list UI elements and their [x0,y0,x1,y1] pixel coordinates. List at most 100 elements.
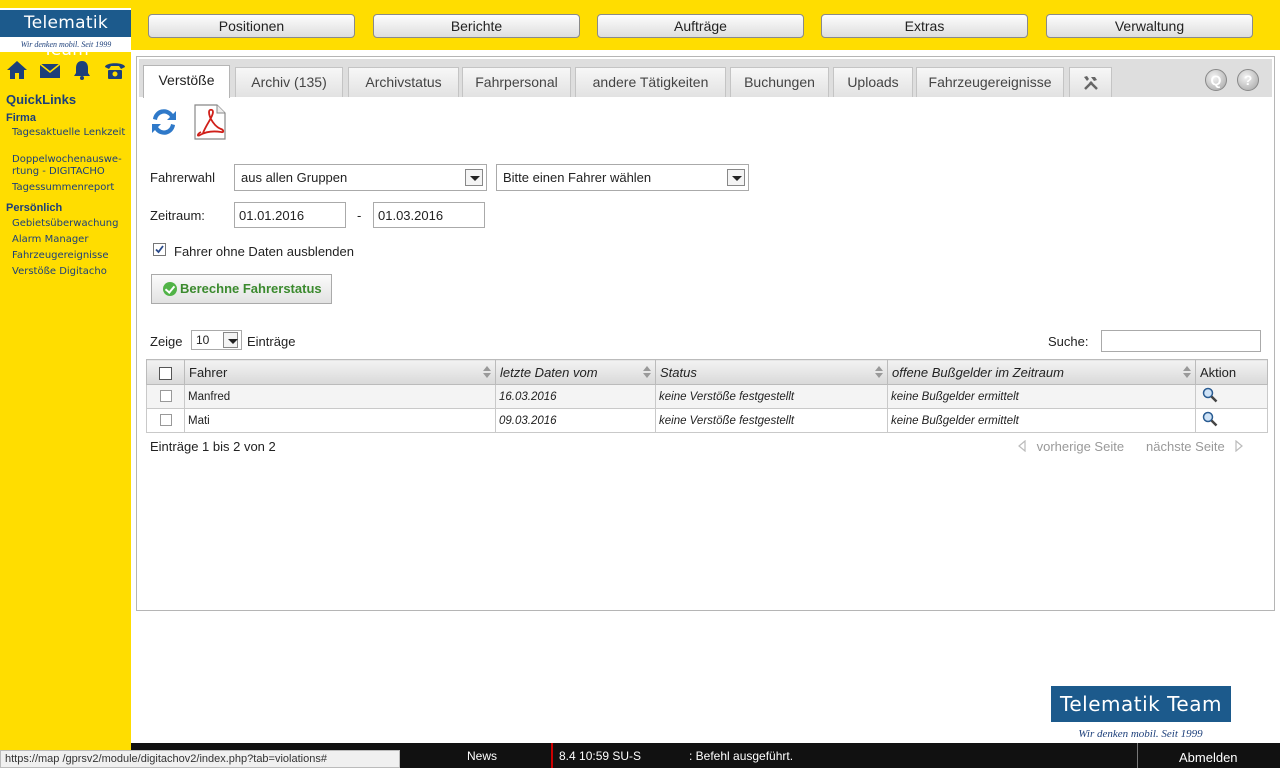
select-all-header[interactable] [146,359,185,385]
show-label: Zeige [150,334,183,349]
checkmark-icon [155,245,164,254]
next-page-link[interactable]: nächste Seite [1146,439,1244,454]
brand-logo[interactable]: Telematik Team Wir denken mobil. Seit 19… [0,8,132,60]
brand-name: Telematik Team [0,10,132,60]
quicklink-gebietsueberwachung[interactable]: Gebietsüberwachung [12,218,130,230]
date-from-input[interactable] [234,202,346,228]
status-message: : Befehl ausgeführt. [689,749,794,763]
status-divider [551,743,553,768]
column-header-status[interactable]: Status [655,359,888,385]
calculate-button-label: Berechne Fahrerstatus [180,281,322,296]
tab-verstoesse[interactable]: Verstöße [143,65,230,98]
cell-bussgelder: keine Bußgelder ermittelt [887,408,1196,433]
column-header-bussgelder[interactable]: offene Bußgelder im Zeitraum [887,359,1196,385]
column-header-fahrer[interactable]: Fahrer [184,359,496,385]
date-to-input[interactable] [373,202,485,228]
tab-tools[interactable] [1069,67,1112,97]
cell-bussgelder: keine Bußgelder ermittelt [887,384,1196,409]
help-icon[interactable]: ? [1237,69,1259,91]
nav-berichte-button[interactable]: Berichte [373,14,580,38]
row-select-cell[interactable] [146,408,185,433]
search-label: Suche: [1048,334,1089,349]
tab-uploads[interactable]: Uploads [833,67,913,97]
pdf-export-icon[interactable] [191,103,229,144]
status-time: 8.4 10:59 SU-S [559,749,642,763]
tab-archiv[interactable]: Archiv (135) [235,67,343,97]
chevron-down-icon [727,169,745,186]
quicklinks-title: QuickLinks [6,92,77,107]
tab-fahrpersonal[interactable]: Fahrpersonal [462,67,571,97]
row-checkbox[interactable] [159,390,172,403]
select-all-checkbox[interactable] [159,366,172,380]
table-row: Mati 09.03.2016 keine Verstöße festgeste… [146,408,1268,433]
phone-icon[interactable] [102,59,128,81]
search-input[interactable] [1101,330,1261,352]
top-navigation: Positionen Berichte Aufträge Extras Verw… [131,0,1280,50]
row-checkbox[interactable] [159,414,172,427]
search-help-icon[interactable]: Q [1205,69,1227,91]
sort-icon [483,366,491,379]
entries-label: Einträge [247,334,296,349]
table-row: Manfred 16.03.2016 keine Verstöße festge… [146,384,1268,409]
tools-icon [1082,76,1100,95]
logout-link[interactable]: Abmelden [1179,750,1238,765]
magnifier-icon[interactable] [1202,387,1218,406]
quicklink-tagessummenreport[interactable]: Tagessummenreport [12,182,130,194]
page-size-value: 10 [196,333,210,347]
refresh-icon[interactable] [149,105,179,142]
footer-brand-slogan: Wir denken mobil. Seit 1999 [1078,728,1203,740]
magnifier-icon[interactable] [1202,411,1218,430]
home-icon[interactable] [4,59,30,81]
table-info: Einträge 1 bis 2 von 2 [150,439,276,454]
quicklink-verstoesse-digitacho[interactable]: Verstöße Digitacho [12,266,130,278]
link-preview-url: https://map /gprsv2/module/digitachov2/i… [0,750,400,768]
quicklinks-section-firma: Firma [6,112,36,124]
driver-select[interactable]: Bitte einen Fahrer wählen [496,164,749,191]
column-header-letzte-daten[interactable]: letzte Daten vom [495,359,656,385]
tab-archivstatus[interactable]: Archivstatus [348,67,459,97]
cell-fahrer: Manfred [184,384,496,409]
hide-empty-label[interactable]: Fahrer ohne Daten ausblenden [174,244,354,259]
cell-fahrer: Mati [184,408,496,433]
calculate-driver-status-button[interactable]: Berechne Fahrerstatus [151,274,332,304]
group-select[interactable]: aus allen Gruppen [234,164,487,191]
tab-andere-taetigkeiten[interactable]: andere Tätigkeiten [575,67,726,97]
bell-icon[interactable] [69,59,95,81]
group-select-value: aus allen Gruppen [241,170,348,185]
cell-status: keine Verstöße festgestellt [655,408,888,433]
chevron-right-icon [1225,439,1245,454]
page-size-select[interactable]: 10 [191,330,242,350]
quicklink-tagesaktuelle-lenkzeit[interactable]: Tagesaktuelle Lenkzeit [12,127,130,139]
sort-icon [1183,366,1191,379]
column-header-aktion: Aktion [1195,359,1268,385]
row-select-cell[interactable] [146,384,185,409]
sort-icon [875,366,883,379]
chevron-down-icon [223,332,238,348]
mail-icon[interactable] [37,59,63,81]
date-separator: - [357,208,362,223]
violations-table: Fahrer letzte Daten vom Status offene Bu… [146,359,1268,433]
check-circle-icon [163,282,177,296]
nav-verwaltung-button[interactable]: Verwaltung [1046,14,1253,38]
table-header-row: Fahrer letzte Daten vom Status offene Bu… [146,359,1268,385]
content-panel: Verstöße Archiv (135) Archivstatus Fahrp… [136,56,1275,611]
chevron-left-icon [1017,439,1037,454]
footer-brand-name: Telematik Team [1051,686,1231,722]
brand-slogan: Wir denken mobil. Seit 1999 [20,40,112,49]
quicklink-alarm-manager[interactable]: Alarm Manager [12,234,130,246]
quicklinks-section-persoenlich: Persönlich [6,202,63,214]
status-divider [1137,743,1138,768]
tab-fahrzeugereignisse[interactable]: Fahrzeugereignisse [916,67,1064,97]
quicklink-fahrzeugereignisse[interactable]: Fahrzeugereignisse [12,250,130,262]
driver-select-value: Bitte einen Fahrer wählen [503,170,652,185]
nav-positionen-button[interactable]: Positionen [148,14,355,38]
nav-extras-button[interactable]: Extras [821,14,1028,38]
zeitraum-label: Zeitraum: [150,208,205,223]
chevron-down-icon [465,169,483,186]
prev-page-link[interactable]: vorherige Seite [1017,439,1124,454]
news-link[interactable]: News [467,749,497,763]
hide-empty-checkbox[interactable] [153,243,166,256]
nav-auftraege-button[interactable]: Aufträge [597,14,804,38]
quicklink-doppelwochenauswertung[interactable]: Doppelwochenauswe-rtung - DIGITACHO [12,154,130,178]
tab-buchungen[interactable]: Buchungen [730,67,829,97]
